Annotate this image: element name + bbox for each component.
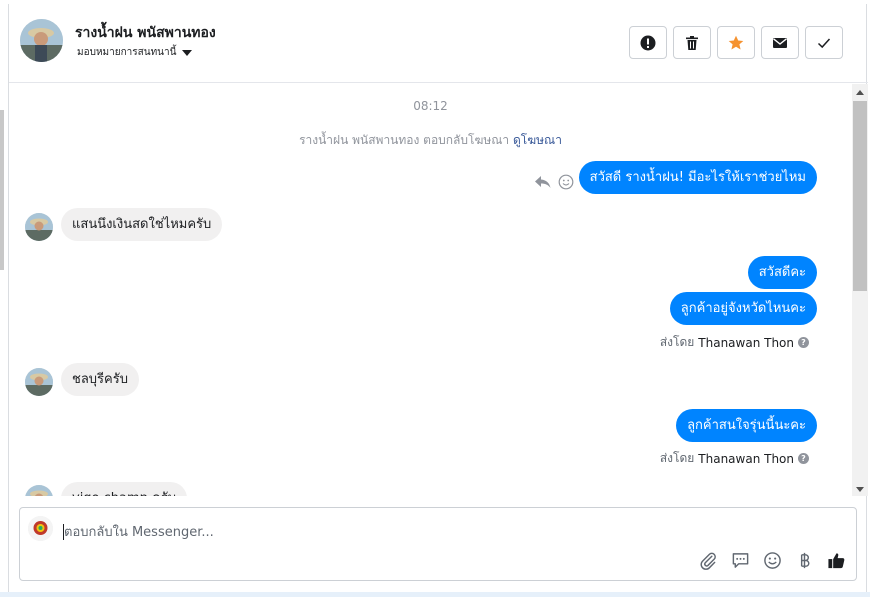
emoji-icon[interactable] xyxy=(762,550,782,570)
delete-button[interactable] xyxy=(673,26,711,59)
view-ad-link[interactable]: ดูโฆษณา xyxy=(513,133,562,147)
composer-tools xyxy=(698,550,846,570)
sent-by-prefix: ส่งโดย xyxy=(659,335,695,349)
thread-scrollbar[interactable] xyxy=(852,84,868,496)
mark-unread-button[interactable] xyxy=(761,26,799,59)
report-spam-button[interactable] xyxy=(629,26,667,59)
like-icon[interactable] xyxy=(826,550,846,570)
message-bubble-incoming[interactable]: vigo champ ครับ xyxy=(61,482,187,496)
message-bubble-outgoing[interactable]: สวัสดี รางน้ำฝน! มีอะไรให้เราช่วยไหม xyxy=(578,161,817,194)
saved-reply-icon[interactable] xyxy=(730,550,750,570)
ad-reply-text: รางน้ำฝน พนัสพานทอง ตอบกลับโฆษณา xyxy=(299,133,510,147)
ad-reply-notice: รางน้ำฝน พนัสพานทอง ตอบกลับโฆษณา ดูโฆษณา xyxy=(9,131,852,150)
sent-by-name: Thanawan Thon xyxy=(698,451,794,466)
envelope-icon xyxy=(773,37,787,48)
check-icon xyxy=(817,37,831,48)
reply-icon[interactable] xyxy=(534,174,552,190)
reply-input[interactable] xyxy=(64,522,824,542)
text-cursor xyxy=(63,524,64,540)
contact-avatar-small xyxy=(25,368,53,396)
timestamp: 08:12 xyxy=(413,99,448,113)
contact-avatar-small xyxy=(25,213,53,241)
caret-down-icon xyxy=(182,49,193,56)
help-icon[interactable]: ? xyxy=(798,337,809,348)
mark-done-button[interactable] xyxy=(805,26,843,59)
sent-by-prefix: ส่งโดย xyxy=(659,451,695,465)
message-bubble-outgoing[interactable]: ลูกค้าสนใจรุ่นนี้นะคะ xyxy=(676,409,817,442)
page-avatar xyxy=(28,516,53,541)
inbox-panel: รางน้ำฝน พนัสพานทอง มอบหมายการสนทนานี้ 0… xyxy=(8,4,868,597)
outer-scrollbar-thumb[interactable] xyxy=(0,110,4,270)
contact-avatar[interactable] xyxy=(20,19,63,62)
sent-by-label: ส่งโดย Thanawan Thon ? xyxy=(660,333,809,352)
scroll-up-arrow-icon[interactable] xyxy=(856,90,864,95)
message-tools xyxy=(534,174,574,190)
assign-label: มอบหมายการสนทนานี้ xyxy=(77,47,177,58)
conversation-actions xyxy=(629,26,843,59)
scrollbar-thumb[interactable] xyxy=(853,101,867,291)
message-bubble-incoming[interactable]: แสนนึงเงินสดใช่ไหมครับ xyxy=(61,208,223,241)
message-thread[interactable]: 08:12 รางน้ำฝน พนัสพานทอง ตอบกลับโฆษณา ด… xyxy=(9,84,852,496)
react-emoji-icon[interactable] xyxy=(558,174,574,190)
contact-avatar-small xyxy=(25,485,53,496)
help-icon[interactable]: ? xyxy=(798,453,809,464)
conversation-header: รางน้ำฝน พนัสพานทอง มอบหมายการสนทนานี้ xyxy=(9,4,868,83)
exclamation-icon xyxy=(640,35,656,50)
bottom-strip xyxy=(0,592,870,597)
attach-icon[interactable] xyxy=(698,550,718,570)
sent-by-name: Thanawan Thon xyxy=(698,335,794,350)
scroll-down-arrow-icon[interactable] xyxy=(856,487,864,492)
message-bubble-outgoing[interactable]: สวัสดีคะ xyxy=(747,256,817,289)
star-button[interactable] xyxy=(717,26,755,59)
contact-name[interactable]: รางน้ำฝน พนัสพานทอง xyxy=(75,22,216,44)
trash-icon xyxy=(686,35,698,50)
sent-by-label: ส่งโดย Thanawan Thon ? xyxy=(660,449,809,468)
reply-composer xyxy=(19,507,857,581)
star-icon xyxy=(728,35,744,49)
baht-icon[interactable] xyxy=(794,550,814,570)
message-bubble-incoming[interactable]: ชลบุรีครับ xyxy=(61,363,139,396)
assign-conversation-dropdown[interactable]: มอบหมายการสนทนานี้ xyxy=(77,45,193,60)
message-bubble-outgoing[interactable]: ลูกค้าอยู่จังหวัดไหนคะ xyxy=(669,292,817,325)
